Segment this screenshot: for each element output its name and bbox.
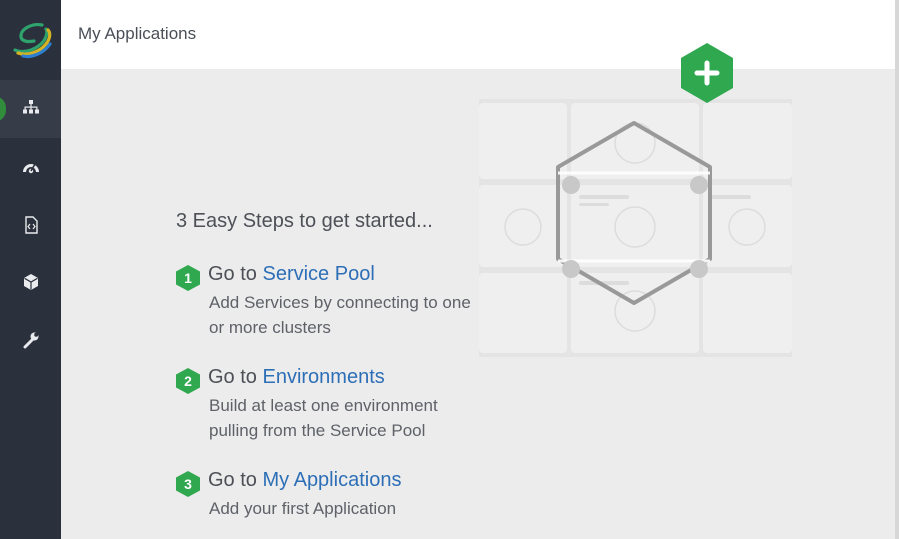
sidebar-item-tools[interactable] [0, 313, 61, 371]
app-logo[interactable] [0, 0, 61, 80]
my-applications-link[interactable]: My Applications [262, 469, 401, 491]
step-number-badge: 1 [175, 264, 201, 292]
step-heading: Go to Service Pool [208, 263, 375, 285]
sidebar [0, 0, 61, 539]
code-file-icon [23, 215, 39, 239]
add-application-button[interactable] [680, 42, 734, 104]
step-heading: Go to Environments [208, 366, 385, 388]
environments-link[interactable]: Environments [262, 366, 384, 388]
step-description: Build at least one environment pulling f… [209, 396, 438, 440]
active-indicator [0, 96, 6, 122]
wrench-icon [22, 331, 40, 354]
cube-icon [22, 273, 40, 296]
step-description: Add Services by connecting to one or mor… [209, 293, 471, 337]
step-description: Add your first Application [209, 499, 397, 518]
main-content: 3 Easy Steps to get started... 1 Go to S… [61, 43, 895, 539]
step-heading: Go to My Applications [208, 469, 402, 491]
sidebar-item-templates[interactable] [0, 198, 61, 256]
sidebar-item-dashboard[interactable] [0, 140, 61, 198]
sitemap-icon [22, 99, 40, 120]
page-header: My Applications [61, 0, 895, 69]
service-pool-link[interactable]: Service Pool [262, 263, 374, 285]
sidebar-item-service-pool[interactable] [0, 255, 61, 313]
dashboard-icon [22, 159, 40, 180]
steps-title: 3 Easy Steps to get started... [176, 210, 433, 232]
page-title: My Applications [78, 24, 197, 43]
step-number-badge: 3 [175, 470, 201, 498]
sidebar-item-applications[interactable] [0, 80, 61, 138]
scrollbar-track[interactable] [895, 0, 899, 539]
empty-state-illustration [479, 99, 792, 357]
step-number-badge: 2 [175, 367, 201, 395]
